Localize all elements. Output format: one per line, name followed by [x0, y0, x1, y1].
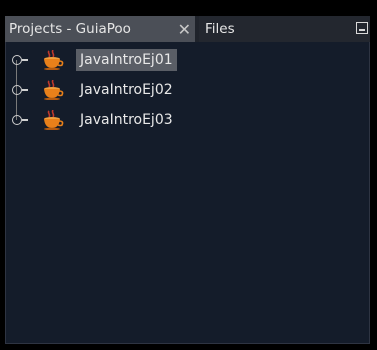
tree-expand-handle-icon[interactable] — [12, 85, 28, 95]
tree-node[interactable]: JavaIntroEj02 — [5, 75, 370, 105]
tree-expand-handle-icon[interactable] — [12, 55, 28, 65]
tree-node[interactable]: JavaIntroEj01 — [5, 45, 370, 75]
java-coffee-cup-icon — [44, 50, 64, 70]
close-icon[interactable]: ✕ — [178, 16, 191, 42]
projects-window: Projects - GuiaPoo ✕ Files JavaIntroEj01 — [0, 0, 377, 350]
tab-projects-label: Projects - GuiaPoo — [9, 21, 131, 37]
tree-node[interactable]: JavaIntroEj03 — [5, 105, 370, 135]
tab-projects[interactable]: Projects - GuiaPoo ✕ — [5, 16, 195, 42]
project-tree: JavaIntroEj01 JavaIntroEj02 JavaIntroEj0… — [5, 45, 370, 135]
tree-node-label[interactable]: JavaIntroEj02 — [76, 79, 177, 101]
java-coffee-cup-icon — [44, 80, 64, 100]
java-coffee-cup-icon — [44, 110, 64, 130]
tree-expand-handle-icon[interactable] — [12, 115, 28, 125]
tab-bar: Projects - GuiaPoo ✕ Files — [5, 16, 370, 42]
tree-node-label[interactable]: JavaIntroEj03 — [76, 109, 177, 131]
tab-files-label: Files — [205, 21, 235, 37]
tab-files[interactable]: Files — [199, 16, 309, 42]
tree-node-label[interactable]: JavaIntroEj01 — [76, 49, 177, 71]
minimize-window-icon[interactable] — [356, 22, 368, 34]
